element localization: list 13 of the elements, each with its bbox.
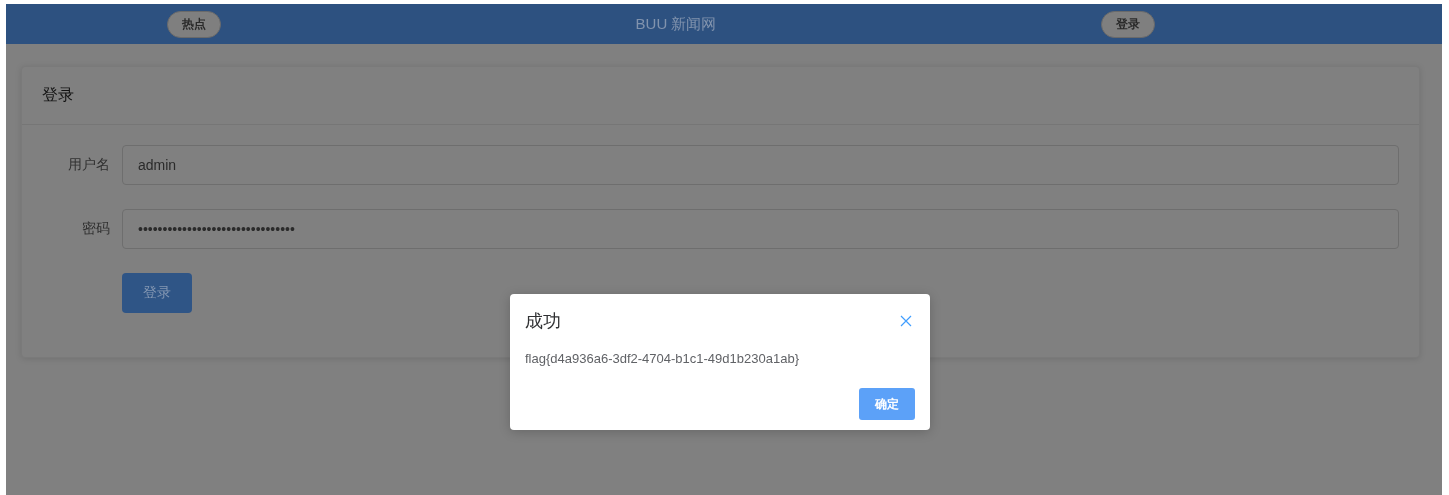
close-icon[interactable]: [900, 315, 912, 327]
input-field[interactable]: ••••••••••••••••••••••••••••••••: [122, 209, 1399, 249]
confirm-button[interactable]: 确定: [859, 388, 915, 420]
login-nav-button[interactable]: 登录: [1101, 10, 1155, 38]
hot-button[interactable]: 热点: [167, 10, 221, 38]
card-title: 登录: [42, 85, 74, 105]
input-field[interactable]: admin: [122, 145, 1399, 185]
field-label: 用户名: [67, 156, 111, 174]
field-label: 密码: [81, 220, 111, 238]
login-button[interactable]: 登录: [122, 273, 192, 313]
site-title: BUU 新闻网: [635, 14, 717, 34]
dialog-message: flag{d4a936a6-3df2-4704-b1c1-49d1b230a1ab}: [525, 351, 800, 366]
dialog-title: 成功: [525, 310, 561, 333]
